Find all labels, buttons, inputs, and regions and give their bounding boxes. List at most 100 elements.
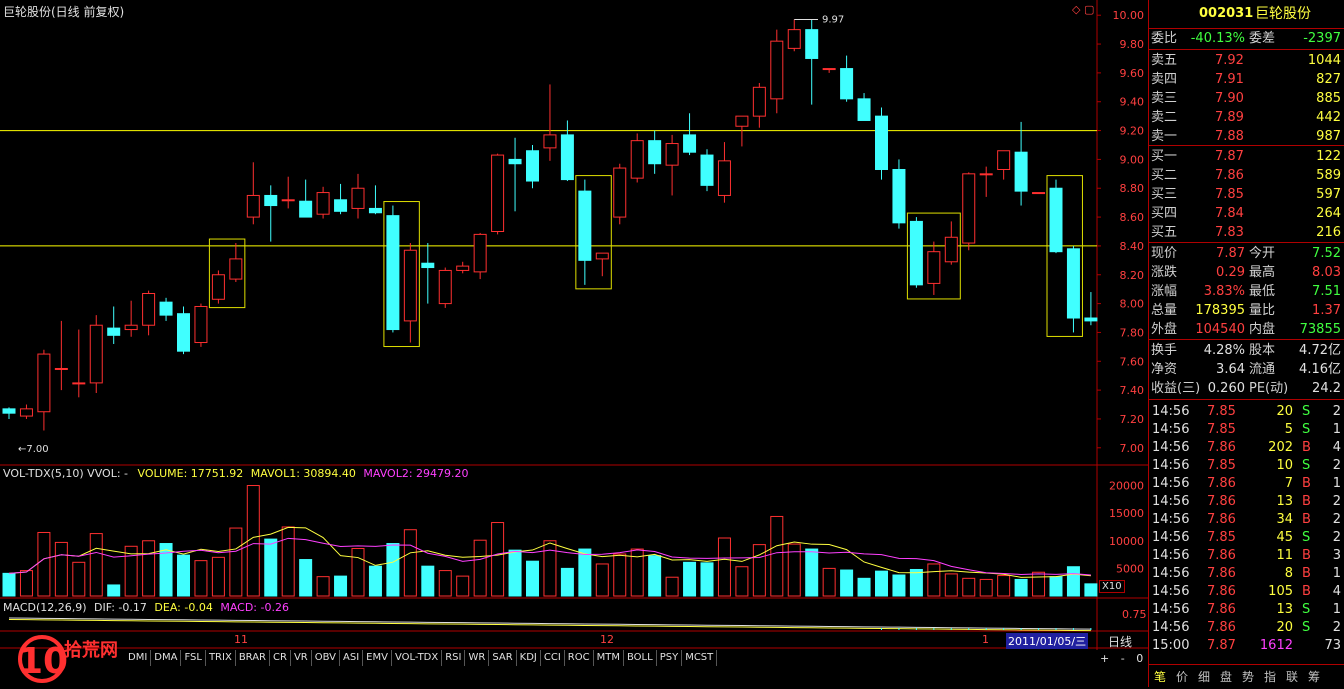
volume-bar xyxy=(962,577,976,597)
tick-price: 7.85 xyxy=(1207,458,1236,473)
indicator-tab[interactable]: OBV xyxy=(312,650,341,666)
sell-volume: 442 xyxy=(1316,110,1341,125)
svg-text:10: 10 xyxy=(18,641,68,682)
zoom-controls: + - 0 xyxy=(1100,652,1146,665)
indicator-tab[interactable]: VR xyxy=(291,650,312,666)
high-price-marker: 9.97 xyxy=(822,15,844,26)
tick-time: 14:56 xyxy=(1152,530,1190,545)
period-label[interactable]: 日线 xyxy=(1108,633,1132,650)
volume-bar xyxy=(683,561,697,597)
trade-tick-row: 14:56 7.86 105 B 4 xyxy=(1149,583,1344,601)
stock-code: 002031 xyxy=(1199,6,1254,21)
tick-price: 7.87 xyxy=(1207,638,1236,653)
candle-body xyxy=(927,251,941,284)
candle-body xyxy=(438,269,452,305)
candle-body xyxy=(386,215,400,331)
sell-price: 7.92 xyxy=(1215,53,1244,68)
candle-body xyxy=(909,220,923,286)
indicator-tab[interactable]: EMV xyxy=(363,650,392,666)
tick-time: 14:56 xyxy=(1152,458,1190,473)
candle-body xyxy=(979,173,993,176)
zoom-out-button[interactable]: - xyxy=(1121,652,1125,665)
detail-tab[interactable]: 势 xyxy=(1237,667,1259,687)
price-tick-label: 9.00 xyxy=(1120,153,1145,166)
price-tick-label: 8.80 xyxy=(1120,182,1145,195)
volume-header: VOL-TDX(5,10) VVOL: - VOLUME: 17751.92 M… xyxy=(3,467,469,480)
trade-tick-row: 15:00 7.87 1612 73 xyxy=(1149,637,1344,655)
stat-label: 外盘 xyxy=(1151,322,1178,337)
indicator-tab[interactable]: ROC xyxy=(565,650,594,666)
candle-body xyxy=(595,252,609,260)
volume-bar xyxy=(840,569,854,597)
volume-bar xyxy=(613,553,627,597)
indicator-tab[interactable]: KDJ xyxy=(517,650,541,666)
tick-volume: 10 xyxy=(1276,458,1293,473)
indicator-tab[interactable]: DMI xyxy=(125,650,152,666)
detail-tab[interactable]: 笔 xyxy=(1149,667,1171,687)
price-tick-label: 7.60 xyxy=(1120,355,1145,368)
candle-body xyxy=(683,134,697,153)
tick-count: 3 xyxy=(1332,548,1341,563)
indicator-tab[interactable]: BOLL xyxy=(624,650,657,666)
indicator-tab[interactable]: DMA xyxy=(151,650,182,666)
detail-tab[interactable]: 盘 xyxy=(1215,667,1237,687)
indicator-tab[interactable]: FSL xyxy=(181,650,206,666)
main-chart[interactable]: 10.00 9.80 9.60 9.40 9.20 9.00 8.80 8.60 8.40 8.2… xyxy=(0,0,1148,687)
price-tick-label: 9.80 xyxy=(1120,38,1145,51)
tick-time: 14:56 xyxy=(1152,620,1190,635)
detail-tab[interactable]: 指 xyxy=(1259,667,1281,687)
buy-level-label: 买二 xyxy=(1151,168,1178,183)
indicator-tab-bar: DMI DMA FSL TRIX BRAR CR VR OBV ASI EMV VOL-TDX RSI… xyxy=(125,650,718,666)
indicator-tab[interactable]: WR xyxy=(465,650,490,666)
weicha-label: 委差 xyxy=(1249,31,1276,46)
volume-bar xyxy=(334,575,348,597)
indicator-tab[interactable]: PSY xyxy=(657,650,683,666)
tick-price: 7.85 xyxy=(1207,422,1236,437)
volume-bar xyxy=(421,565,435,597)
tick-side: B xyxy=(1302,548,1311,563)
buy-level-label: 买三 xyxy=(1151,187,1178,202)
zoom-reset-button[interactable]: 0 xyxy=(1136,652,1143,665)
candle-body xyxy=(456,265,470,271)
macd-dea: DEA: -0.04 xyxy=(154,601,213,614)
volume-bar xyxy=(89,533,103,597)
tick-count: 2 xyxy=(1332,458,1341,473)
sell-row: 卖五 7.92 1044 xyxy=(1149,52,1344,70)
indicator-tab[interactable]: ASI xyxy=(340,650,364,666)
stat-value: 1.37 xyxy=(1312,303,1341,318)
chart-title: 巨轮股份(日线 前复权) xyxy=(3,5,125,19)
tick-side: S xyxy=(1302,530,1311,545)
zoom-in-button[interactable]: + xyxy=(1100,652,1109,665)
detail-tab[interactable]: 价 xyxy=(1171,667,1193,687)
detail-tab[interactable]: 联 xyxy=(1281,667,1303,687)
webi-value: -40.13% xyxy=(1190,31,1245,46)
tick-count: 1 xyxy=(1332,602,1341,617)
indicator-tab[interactable]: SAR xyxy=(489,650,517,666)
buy-price: 7.84 xyxy=(1215,206,1244,221)
volume-bar xyxy=(194,560,208,597)
tick-time: 14:56 xyxy=(1152,548,1190,563)
trade-tick-row: 14:56 7.86 7 B 1 xyxy=(1149,475,1344,493)
candle-body xyxy=(1066,248,1080,319)
indicator-tab[interactable]: CCI xyxy=(541,650,565,666)
tick-count: 1 xyxy=(1332,566,1341,581)
macd-dea-line xyxy=(8,619,1091,632)
detail-tab[interactable]: 筹 xyxy=(1303,667,1325,687)
candle-body xyxy=(72,382,86,385)
tick-volume: 13 xyxy=(1276,602,1293,617)
chart-options-icon[interactable]: ◇ ▢ xyxy=(1072,3,1094,16)
stat-row: 外盘 104540 内盘 73855 xyxy=(1149,321,1344,339)
indicator-tab[interactable]: VOL-TDX xyxy=(392,650,443,666)
indicator-tab[interactable]: MCST xyxy=(682,650,718,666)
indicator-tab[interactable]: CR xyxy=(270,650,291,666)
indicator-tab[interactable]: BRAR xyxy=(236,650,271,666)
indicator-tab[interactable]: TRIX xyxy=(206,650,236,666)
indicator-tab[interactable]: RSI xyxy=(442,650,466,666)
stat-row: 现价 7.87 今开 7.52 xyxy=(1149,245,1344,263)
buy-price: 7.87 xyxy=(1215,149,1244,164)
macd-header: MACD(12,26,9) DIF: -0.17 DEA: -0.04 MACD… xyxy=(3,601,289,614)
indicator-tab[interactable]: MTM xyxy=(594,650,624,666)
detail-tab[interactable]: 细 xyxy=(1193,667,1215,687)
sell-row: 卖二 7.89 442 xyxy=(1149,109,1344,127)
volume-bar xyxy=(438,570,452,597)
